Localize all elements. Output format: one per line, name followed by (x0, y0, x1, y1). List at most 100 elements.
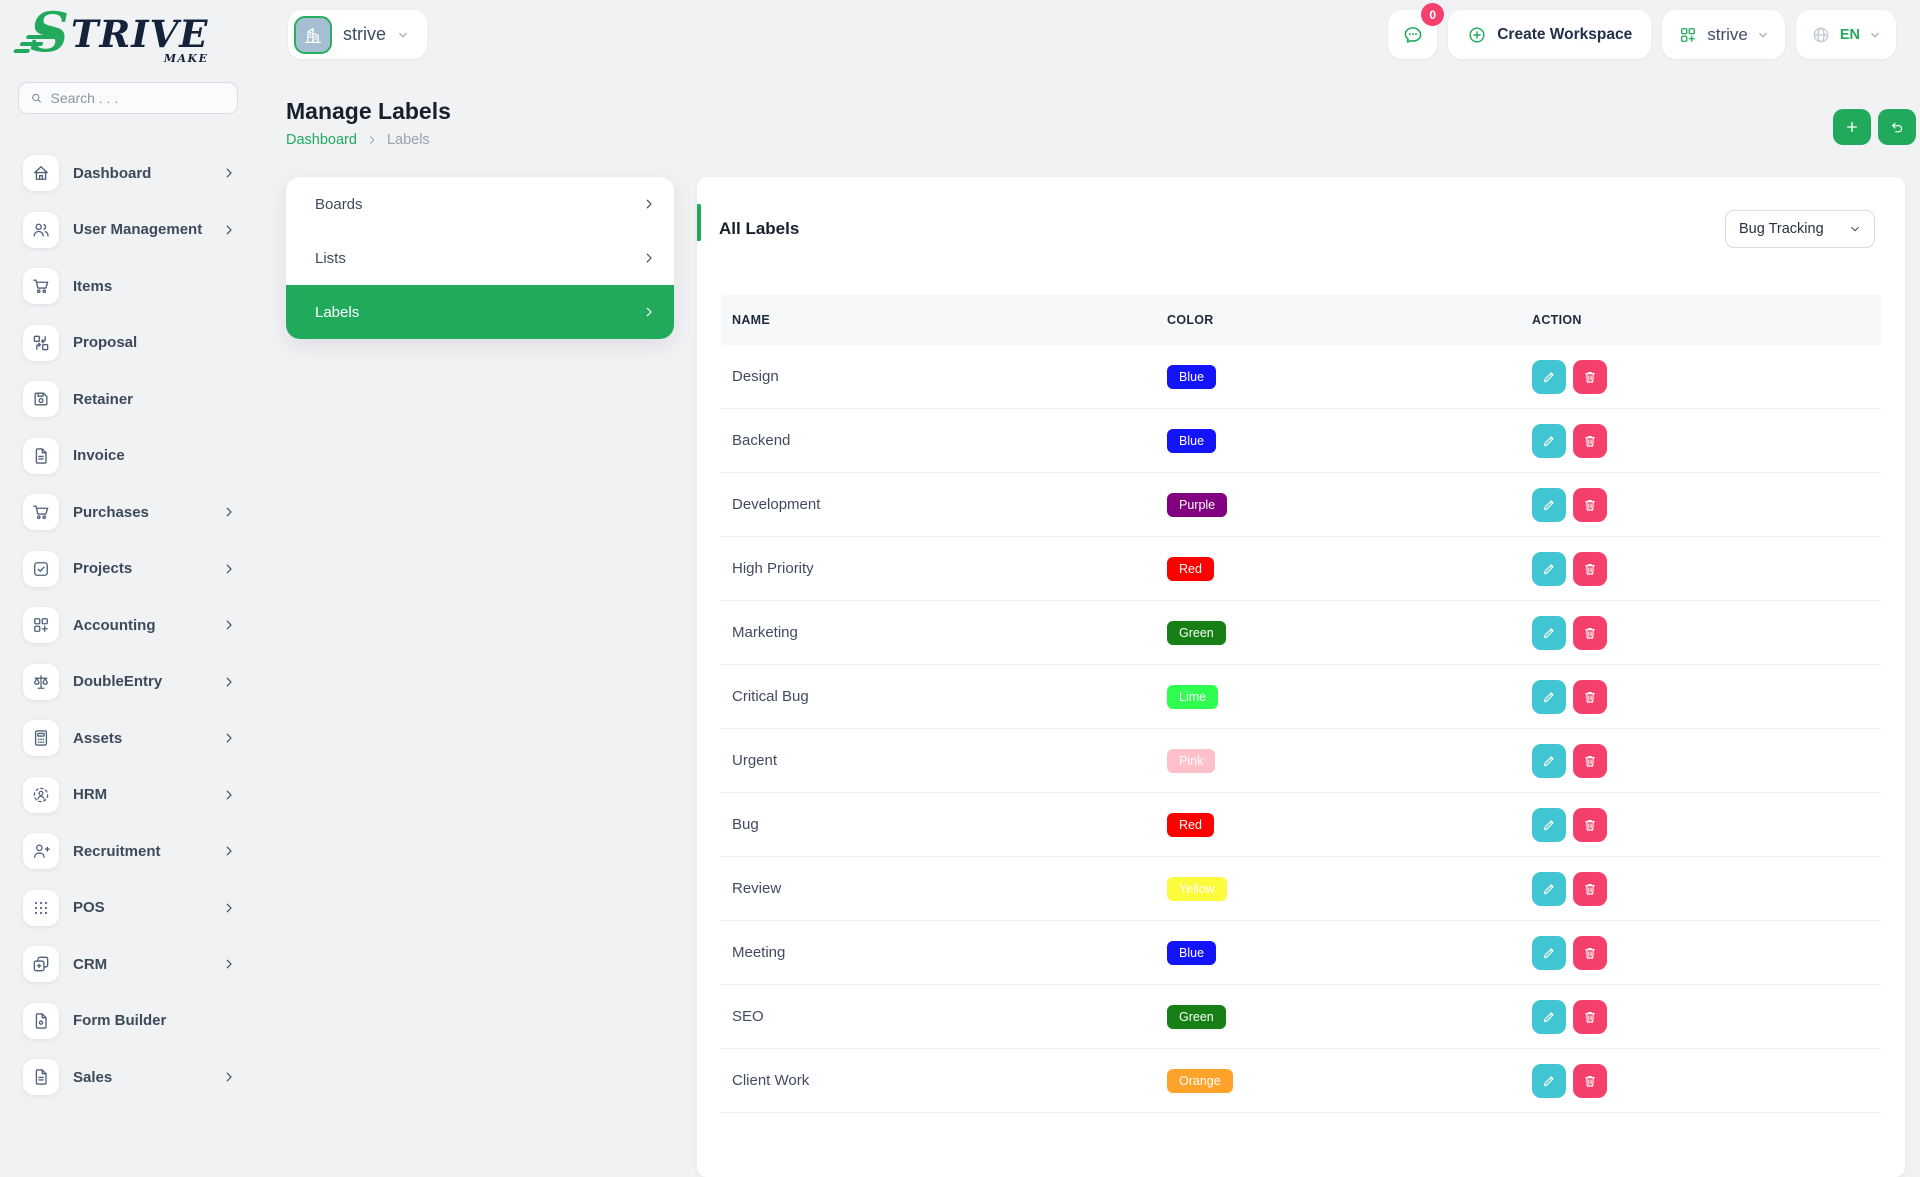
search-input[interactable] (51, 90, 226, 106)
pencil-icon (1541, 1073, 1557, 1089)
label-name: High Priority (732, 560, 1167, 577)
label-name: Development (732, 496, 1167, 513)
sidebar-item-assets[interactable]: Assets (0, 710, 256, 767)
labels-panel: All Labels Bug Tracking NAME COLOR ACTIO… (697, 177, 1905, 1177)
chevron-down-icon (1757, 29, 1769, 41)
color-chip: Red (1167, 557, 1214, 581)
label-name: Critical Bug (732, 688, 1167, 705)
chevron-right-icon (642, 251, 656, 265)
delete-label-button[interactable] (1573, 616, 1607, 650)
color-chip: Blue (1167, 429, 1216, 453)
delete-label-button[interactable] (1573, 936, 1607, 970)
delete-label-button[interactable] (1573, 744, 1607, 778)
delete-label-button[interactable] (1573, 360, 1607, 394)
chevron-right-icon (222, 731, 236, 745)
color-chip: Lime (1167, 685, 1218, 709)
file-lines-icon (23, 1059, 59, 1095)
sidebar-item-projects[interactable]: Projects (0, 541, 256, 598)
trash-icon (1582, 689, 1598, 705)
sidebar-item-hrm[interactable]: HRM (0, 767, 256, 824)
color-chip: Blue (1167, 365, 1216, 389)
breadcrumb-dashboard-link[interactable]: Dashboard (286, 132, 357, 148)
messages-button[interactable]: 0 (1388, 10, 1437, 59)
color-chip: Purple (1167, 493, 1227, 517)
sidebar-item-recruitment[interactable]: Recruitment (0, 823, 256, 880)
delete-label-button[interactable] (1573, 680, 1607, 714)
submenu-item-lists[interactable]: Lists (286, 231, 674, 285)
edit-label-button[interactable] (1532, 552, 1566, 586)
delete-label-button[interactable] (1573, 488, 1607, 522)
label-name: Urgent (732, 752, 1167, 769)
board-filter-select[interactable]: Bug Tracking (1725, 210, 1875, 248)
sidebar-item-doubleentry[interactable]: DoubleEntry (0, 654, 256, 711)
chevron-right-icon (222, 1070, 236, 1084)
pencil-icon (1541, 625, 1557, 641)
messages-badge: 0 (1421, 3, 1444, 26)
sidebar-item-retainer[interactable]: Retainer (0, 371, 256, 428)
table-row: Design Blue (721, 345, 1881, 409)
pencil-icon (1541, 561, 1557, 577)
edit-label-button[interactable] (1532, 424, 1566, 458)
sidebar: Dashboard User Management Items Proposal… (0, 145, 256, 1106)
back-button[interactable] (1878, 109, 1916, 145)
grid-plus-icon (1678, 25, 1698, 45)
delete-label-button[interactable] (1573, 872, 1607, 906)
create-workspace-button[interactable]: Create Workspace (1448, 10, 1651, 59)
submenu-item-boards[interactable]: Boards (286, 177, 674, 231)
color-chip: Blue (1167, 941, 1216, 965)
sidebar-item-proposal[interactable]: Proposal (0, 315, 256, 372)
logo-s-mark: S (30, 8, 69, 58)
swap-boxes-icon (23, 325, 59, 361)
user-focus-icon (23, 777, 59, 813)
edit-label-button[interactable] (1532, 808, 1566, 842)
workspace-pill[interactable]: strive (288, 10, 427, 59)
board-filter-value: Bug Tracking (1739, 221, 1824, 237)
users-icon (23, 212, 59, 248)
chevron-down-icon (1849, 223, 1861, 235)
sidebar-item-sales[interactable]: Sales (0, 1049, 256, 1106)
workspace-switcher[interactable]: strive (1662, 10, 1785, 59)
breadcrumb: Dashboard Labels (286, 132, 430, 148)
delete-label-button[interactable] (1573, 808, 1607, 842)
sidebar-item-dashboard[interactable]: Dashboard (0, 145, 256, 202)
language-selector[interactable]: EN (1796, 10, 1896, 59)
edit-label-button[interactable] (1532, 616, 1566, 650)
undo-arrow-icon (1889, 119, 1905, 135)
pencil-icon (1541, 753, 1557, 769)
label-name: Client Work (732, 1072, 1167, 1089)
edit-label-button[interactable] (1532, 1000, 1566, 1034)
trash-icon (1582, 945, 1598, 961)
delete-label-button[interactable] (1573, 552, 1607, 586)
sidebar-item-pos[interactable]: POS (0, 880, 256, 937)
edit-label-button[interactable] (1532, 488, 1566, 522)
edit-label-button[interactable] (1532, 360, 1566, 394)
submenu-item-labels[interactable]: Labels (286, 285, 674, 339)
delete-label-button[interactable] (1573, 1000, 1607, 1034)
delete-label-button[interactable] (1573, 424, 1607, 458)
label-name: Review (732, 880, 1167, 897)
trash-icon (1582, 753, 1598, 769)
sidebar-item-user-management[interactable]: User Management (0, 202, 256, 259)
edit-label-button[interactable] (1532, 744, 1566, 778)
chevron-down-icon (397, 29, 409, 41)
edit-label-button[interactable] (1532, 680, 1566, 714)
delete-label-button[interactable] (1573, 1064, 1607, 1098)
chevron-right-icon (222, 901, 236, 915)
chevron-right-icon (642, 305, 656, 319)
chevron-right-icon (222, 957, 236, 971)
edit-label-button[interactable] (1532, 872, 1566, 906)
sidebar-item-invoice[interactable]: Invoice (0, 428, 256, 485)
sidebar-item-accounting[interactable]: Accounting (0, 597, 256, 654)
sidebar-item-items[interactable]: Items (0, 258, 256, 315)
column-header-name: NAME (732, 313, 1167, 327)
edit-label-button[interactable] (1532, 1064, 1566, 1098)
sidebar-item-crm[interactable]: CRM (0, 936, 256, 993)
dots-nine-icon (23, 890, 59, 926)
chevron-down-icon (1869, 29, 1881, 41)
calculator-icon (23, 720, 59, 756)
add-label-button[interactable] (1833, 109, 1871, 145)
color-chip: Red (1167, 813, 1214, 837)
sidebar-item-purchases[interactable]: Purchases (0, 484, 256, 541)
edit-label-button[interactable] (1532, 936, 1566, 970)
sidebar-item-form-builder[interactable]: Form Builder (0, 993, 256, 1050)
